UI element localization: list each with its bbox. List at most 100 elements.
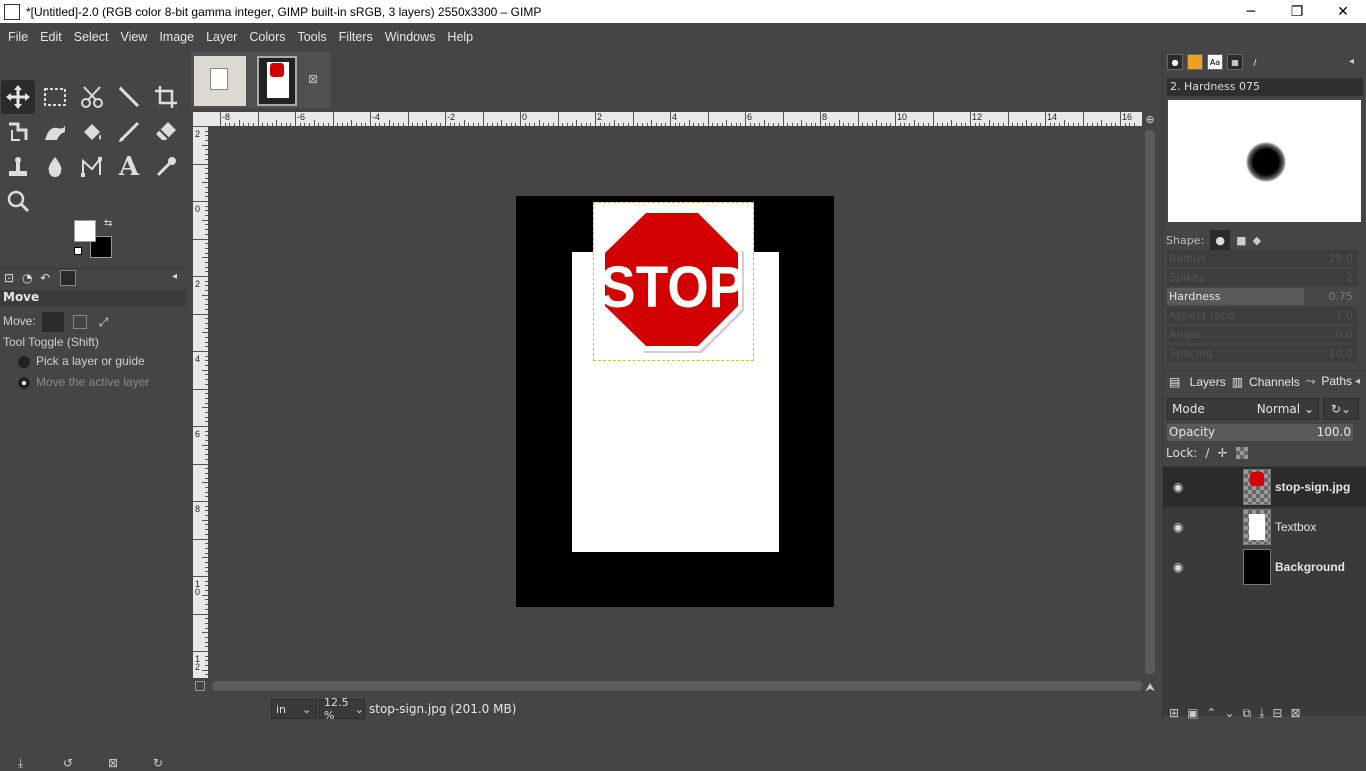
patterns-tab-icon[interactable] (1187, 54, 1203, 70)
visibility-eye-icon[interactable]: ◉ (1173, 480, 1193, 494)
angle-slider[interactable]: Angle 0.0 (1167, 326, 1357, 343)
quick-mask-toggle[interactable] (195, 681, 205, 691)
menu-edit[interactable]: Edit (34, 30, 68, 44)
visibility-eye-icon[interactable]: ◉ (1173, 560, 1193, 574)
tab-channels[interactable]: ▥ Channels (1232, 375, 1300, 389)
lock-alpha-icon[interactable] (1235, 447, 1248, 459)
opacity-slider[interactable]: Opacity 100.0 (1167, 424, 1353, 441)
move-tool-icon[interactable] (1, 80, 35, 114)
layer-row-background[interactable]: ◉ Background (1163, 547, 1366, 587)
horizontal-ruler[interactable]: -8 -6 -4 -2 0 2 4 6 8 10 12 14 16 (208, 112, 1142, 126)
spikes-slider[interactable]: Spikes 2 (1167, 269, 1357, 286)
zoom-tool-icon[interactable] (1, 184, 35, 218)
close-tab-icon[interactable]: ⊠ (308, 72, 318, 86)
images-tab-icon[interactable] (60, 270, 76, 286)
rect-select-tool-icon[interactable] (38, 80, 72, 114)
pick-layer-radio[interactable] (18, 355, 30, 368)
smudge-tool-icon[interactable] (38, 150, 72, 184)
square-shape-icon[interactable]: ■ (1236, 234, 1246, 247)
move-active-layer-radio[interactable] (18, 376, 30, 389)
bucket-fill-tool-icon[interactable] (75, 115, 109, 149)
tool-options-tab-icon[interactable]: ⊡ (4, 271, 14, 285)
brush-preview[interactable] (1168, 100, 1361, 222)
ruler-corner[interactable] (193, 112, 208, 126)
spacing-slider[interactable]: Spacing 10.0 (1167, 345, 1357, 362)
layer-name[interactable]: Background (1275, 560, 1345, 574)
eraser-tool-icon[interactable] (149, 115, 183, 149)
mask-icon[interactable]: ⊟ (1272, 706, 1282, 721)
vertical-ruler[interactable]: 2 0 2 4 6 8 10 12 (193, 126, 208, 678)
image-tab-2[interactable] (257, 56, 297, 106)
close-button[interactable]: ✕ (1320, 0, 1366, 23)
aspect-ratio-slider[interactable]: Aspect ratio 1.0 (1167, 307, 1357, 324)
restore-options-icon[interactable]: ↺ (63, 756, 108, 771)
move-selection-mode-icon[interactable] (73, 315, 88, 329)
hardness-slider[interactable]: Hardness 0.75 (1167, 288, 1357, 305)
zoom-on-resize-icon[interactable]: ⊕ (1142, 112, 1158, 126)
device-status-tab-icon[interactable]: ◔ (22, 271, 32, 285)
menu-colors[interactable]: Colors (243, 30, 291, 44)
unit-select[interactable]: in ⌄ (271, 699, 317, 719)
menu-layer[interactable]: Layer (200, 30, 243, 44)
tab-paths[interactable]: ⤳ Paths (1306, 374, 1352, 389)
move-active-layer-option[interactable]: Move the active layer (18, 375, 149, 389)
layer-mode-select[interactable]: Mode Normal ⌄ (1167, 398, 1319, 420)
paint-dynamics-tab-icon[interactable]: ∕ (1247, 54, 1263, 70)
menu-windows[interactable]: Windows (379, 30, 442, 44)
raise-layer-icon[interactable]: ⌃ (1206, 706, 1216, 721)
composite-mode-button[interactable]: ↻⌄ (1323, 398, 1359, 420)
duplicate-layer-icon[interactable]: ⧉ (1243, 706, 1252, 721)
delete-options-icon[interactable]: ⊠ (108, 756, 153, 771)
scissors-select-tool-icon[interactable] (75, 80, 109, 114)
merge-layer-icon[interactable]: ⤓ (1259, 706, 1264, 721)
menu-file[interactable]: File (2, 30, 34, 44)
stop-sign-layer[interactable]: STOP (593, 202, 754, 361)
circle-shape-icon[interactable]: ● (1210, 230, 1231, 250)
paths-tool-icon[interactable] (75, 150, 109, 184)
foreground-color-swatch[interactable] (74, 220, 96, 242)
menu-view[interactable]: View (114, 30, 153, 44)
fonts-tab-icon[interactable]: Aa (1207, 54, 1223, 70)
unified-transform-tool-icon[interactable] (1, 115, 35, 149)
fuzzy-select-tool-icon[interactable] (112, 80, 146, 114)
radius-slider[interactable]: Radius 25.0 (1167, 250, 1357, 267)
warp-transform-tool-icon[interactable] (38, 115, 72, 149)
paintbrush-tool-icon[interactable] (112, 115, 146, 149)
image-tab-1[interactable] (194, 56, 246, 106)
layer-row-textbox[interactable]: ◉ Textbox (1163, 507, 1366, 547)
diamond-shape-icon[interactable]: ◆ (1253, 234, 1261, 247)
vertical-scrollbar[interactable] (1142, 126, 1158, 678)
layer-name[interactable]: Textbox (1275, 520, 1316, 534)
layer-name[interactable]: stop-sign.jpg (1275, 480, 1350, 494)
default-colors-icon[interactable] (74, 247, 82, 255)
move-layer-mode-icon[interactable] (42, 312, 65, 332)
menu-help[interactable]: Help (441, 30, 479, 44)
move-path-mode-icon[interactable]: ⤢ (99, 315, 109, 330)
undo-history-tab-icon[interactable]: ↶ (40, 271, 50, 285)
new-layer-group-icon[interactable]: ▣ (1187, 706, 1198, 721)
lock-pixels-icon[interactable]: ∕ (1205, 446, 1209, 460)
crop-tool-icon[interactable] (149, 80, 183, 114)
visibility-eye-icon[interactable]: ◉ (1173, 520, 1193, 534)
fg-bg-color-selector[interactable]: ⇆ (74, 218, 116, 260)
new-layer-icon[interactable]: ⊞ (1169, 706, 1179, 721)
menu-image[interactable]: Image (153, 30, 200, 44)
clone-tool-icon[interactable] (1, 150, 35, 184)
menu-filters[interactable]: Filters (333, 30, 379, 44)
navigate-icon[interactable]: ⮝ (1145, 680, 1155, 695)
maximize-button[interactable]: ❐ (1274, 0, 1320, 23)
configure-tab-icon[interactable]: ◂ (1349, 56, 1354, 67)
delete-layer-icon[interactable]: ⊠ (1290, 706, 1300, 721)
document-history-tab-icon[interactable]: ▦ (1227, 54, 1243, 70)
save-options-icon[interactable]: ⤓ (18, 756, 63, 771)
configure-tab-icon[interactable]: ◂ (172, 271, 177, 282)
menu-select[interactable]: Select (68, 30, 115, 44)
lower-layer-icon[interactable]: ⌄ (1224, 706, 1234, 721)
color-picker-tool-icon[interactable] (149, 150, 183, 184)
pick-layer-option[interactable]: Pick a layer or guide (18, 354, 145, 368)
text-tool-icon[interactable]: A (112, 150, 146, 184)
brushes-tab-icon[interactable]: ● (1167, 54, 1183, 70)
swap-colors-icon[interactable]: ⇆ (104, 218, 112, 229)
reset-options-icon[interactable]: ↻ (153, 756, 198, 771)
minimize-button[interactable]: ─ (1228, 0, 1274, 23)
